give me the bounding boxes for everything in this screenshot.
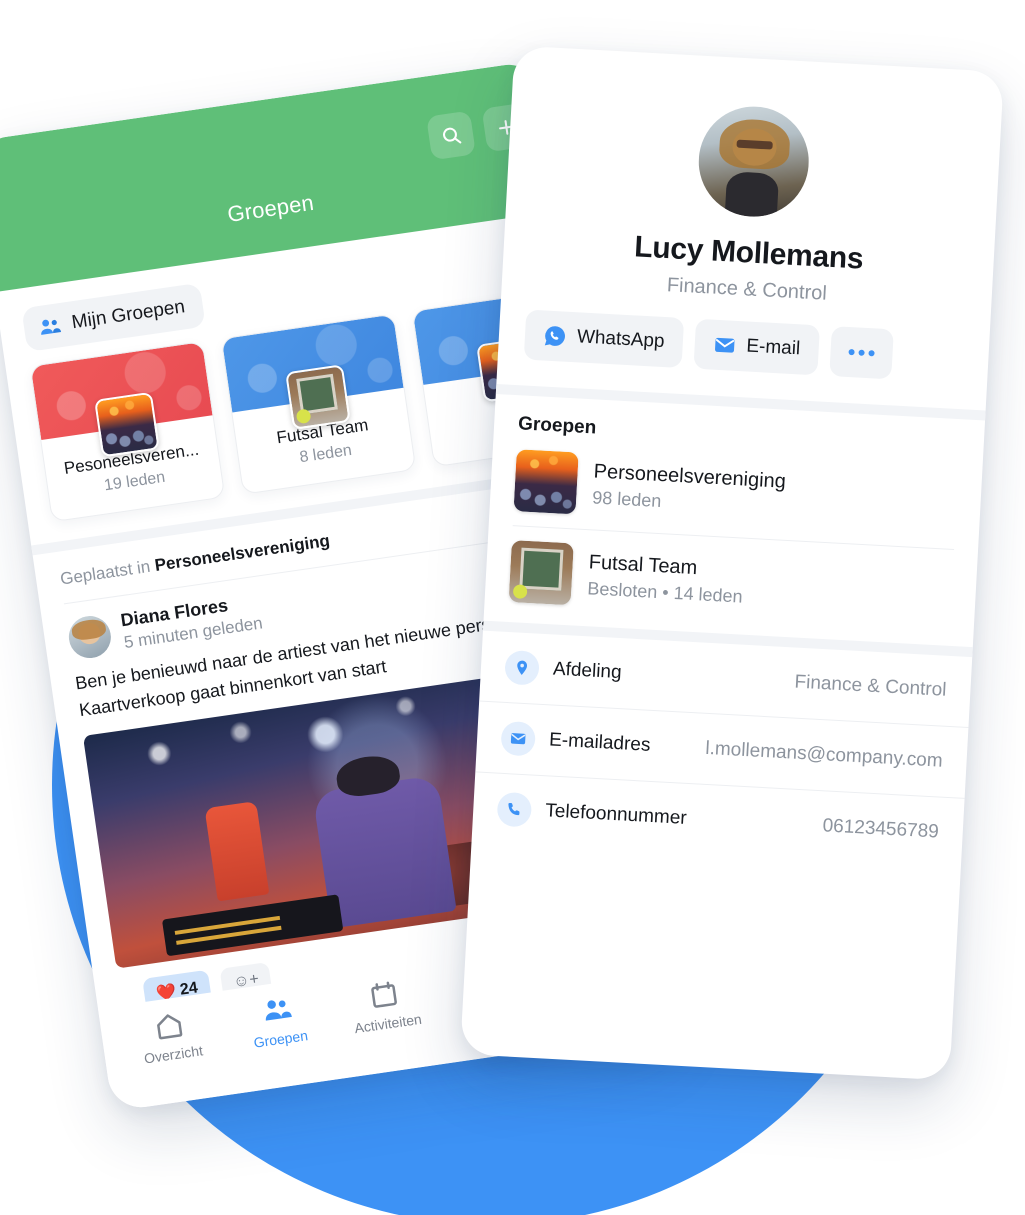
home-icon xyxy=(157,1014,183,1040)
group-card[interactable]: Futsal Team 8 leden xyxy=(220,313,417,495)
info-label: Afdeling xyxy=(552,658,623,684)
tab-groepen[interactable]: Groepen xyxy=(221,988,336,1055)
people-icon xyxy=(41,319,62,335)
group-thumbnail xyxy=(508,540,574,606)
tab-label: Activiteiten xyxy=(353,1010,423,1037)
info-value: Finance & Control xyxy=(794,671,947,701)
dress-detail xyxy=(724,171,780,218)
more-dots-icon xyxy=(847,348,875,357)
phone-icon xyxy=(508,802,520,816)
group-name: Futsal Team xyxy=(588,551,698,580)
whatsapp-label: WhatsApp xyxy=(576,326,666,353)
profile-groups-section: Groepen Personeelsvereniging 98 leden Fu… xyxy=(484,394,986,647)
envelope-icon-wrap xyxy=(500,720,537,757)
search-button[interactable] xyxy=(426,110,476,161)
post-context-prefix: Geplaatst in xyxy=(58,556,157,589)
tab-label: Overzicht xyxy=(143,1042,204,1067)
location-pin-icon-wrap xyxy=(504,649,540,686)
info-label: E-mailadres xyxy=(548,729,651,756)
screenshot-stage: Groepen Mijn Groepen Pesoneelsveren... 1… xyxy=(0,0,1025,1215)
avatar[interactable] xyxy=(66,612,114,661)
tab-overzicht[interactable]: Overzicht xyxy=(114,1003,229,1070)
envelope-icon xyxy=(714,337,735,353)
sunglasses-detail xyxy=(736,139,773,150)
envelope-icon xyxy=(510,733,526,745)
tab-label: Groepen xyxy=(252,1027,309,1051)
profile-header: Lucy Mollemans Finance & Control WhatsAp… xyxy=(496,45,1004,410)
whatsapp-icon xyxy=(544,326,565,346)
group-card-thumbnail xyxy=(93,391,160,458)
profile-info-list: Afdeling Finance & Control E-mailadres l… xyxy=(471,631,973,869)
people-icon xyxy=(265,1000,292,1021)
email-label: E-mail xyxy=(745,335,801,360)
whatsapp-button[interactable]: WhatsApp xyxy=(523,309,684,368)
group-thumbnail xyxy=(513,449,579,515)
avatar[interactable] xyxy=(695,103,812,220)
more-options-button[interactable] xyxy=(828,326,894,380)
info-value: l.mollemans@company.com xyxy=(704,737,944,772)
search-icon xyxy=(443,127,462,144)
email-button[interactable]: E-mail xyxy=(693,318,820,376)
info-label: Telefoonnummer xyxy=(544,800,688,829)
location-pin-icon xyxy=(517,660,528,675)
group-card[interactable]: Pesoneelsveren... 19 leden xyxy=(29,340,226,523)
group-meta: Besloten • 14 leden xyxy=(586,578,744,607)
info-value: 06123456789 xyxy=(822,815,940,843)
group-card-thumbnail xyxy=(284,364,351,430)
calendar-icon xyxy=(371,981,397,1008)
profile-action-buttons: WhatsApp E-mail xyxy=(523,309,964,384)
tab-activiteiten[interactable]: Activiteiten xyxy=(328,972,443,1039)
profile-screen-phone: Lucy Mollemans Finance & Control WhatsAp… xyxy=(460,45,1004,1081)
phone-icon-wrap xyxy=(496,791,533,828)
filter-chip-label: Mijn Groepen xyxy=(70,296,187,334)
